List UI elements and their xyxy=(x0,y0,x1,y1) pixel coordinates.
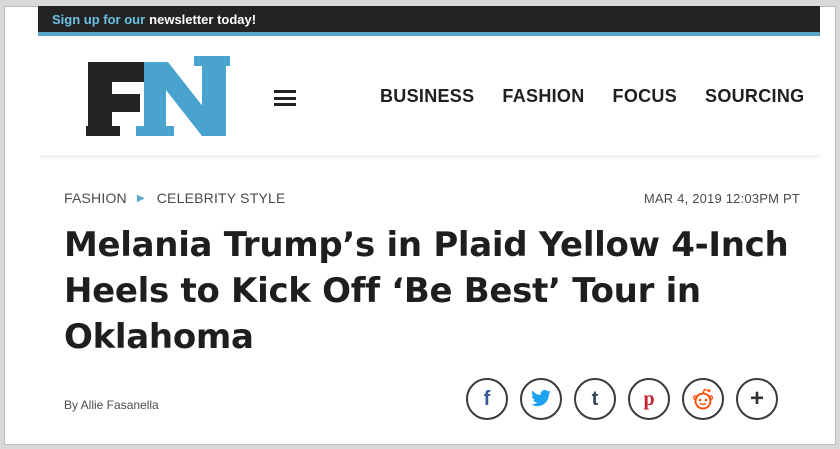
hamburger-icon[interactable] xyxy=(274,90,296,106)
menu-line xyxy=(274,90,296,93)
reddit-icon xyxy=(692,388,714,410)
article-byline[interactable]: By Allie Fasanella xyxy=(64,398,159,412)
share-tumblr-button[interactable]: t xyxy=(574,378,616,420)
breadcrumb-celebrity-style[interactable]: CELEBRITY STYLE xyxy=(157,190,286,206)
logo-letter-n xyxy=(136,56,230,136)
share-buttons: f t p + xyxy=(466,378,778,420)
fn-logo[interactable] xyxy=(86,56,232,142)
article-headline: Melania Trump’s in Plaid Yellow 4-Inch H… xyxy=(64,225,789,357)
header-divider xyxy=(40,155,820,159)
nav-item-focus[interactable]: FOCUS xyxy=(613,86,678,107)
pinterest-icon: p xyxy=(643,387,655,410)
chevron-right-icon: ▶ xyxy=(136,192,145,204)
share-pinterest-button[interactable]: p xyxy=(628,378,670,420)
main-nav: BUSINESS FASHION FOCUS SOURCING xyxy=(380,86,804,107)
menu-line xyxy=(274,96,296,100)
share-facebook-button[interactable]: f xyxy=(466,378,508,420)
nav-item-sourcing[interactable]: SOURCING xyxy=(705,86,804,107)
plus-icon: + xyxy=(749,385,764,412)
article-datetime: MAR 4, 2019 12:03PM PT xyxy=(643,191,800,206)
nav-item-business[interactable]: BUSINESS xyxy=(380,86,474,107)
facebook-icon: f xyxy=(483,387,491,410)
share-more-button[interactable]: + xyxy=(736,378,778,420)
share-twitter-button[interactable] xyxy=(520,378,562,420)
twitter-icon xyxy=(531,390,551,407)
newsletter-bar[interactable]: Sign up for our newsletter today! xyxy=(38,6,820,36)
newsletter-text[interactable]: newsletter today! xyxy=(149,12,256,27)
newsletter-accent-text[interactable]: Sign up for our xyxy=(52,12,145,27)
nav-item-fashion[interactable]: FASHION xyxy=(502,86,584,107)
menu-line xyxy=(274,103,296,106)
tumblr-icon: t xyxy=(591,387,599,410)
logo-letter-f xyxy=(86,62,152,136)
breadcrumb-fashion[interactable]: FASHION xyxy=(64,190,127,206)
share-reddit-button[interactable] xyxy=(682,378,724,420)
breadcrumb: FASHION ▶ CELEBRITY STYLE xyxy=(64,190,286,206)
